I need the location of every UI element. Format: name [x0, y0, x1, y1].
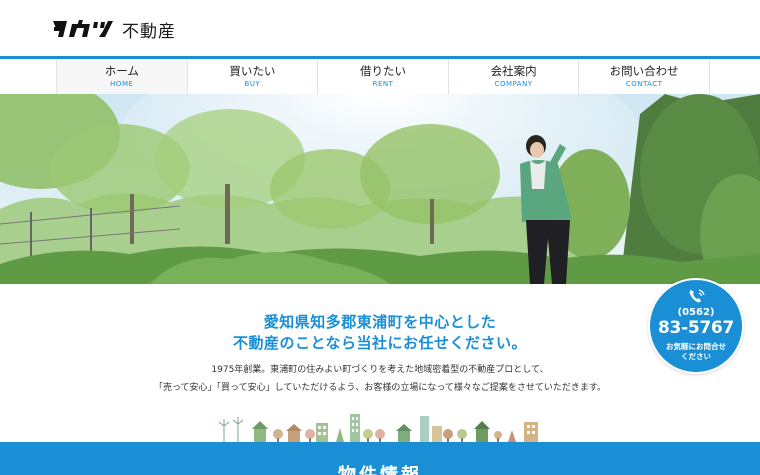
- intro-title-line: 不動産のことなら当社にお任せください。: [232, 334, 528, 352]
- nav-item-rent[interactable]: 借りたい RENT: [318, 59, 449, 94]
- nav-item-home[interactable]: ホーム HOME: [57, 59, 188, 94]
- nav-item-sublabel: COMPANY: [494, 80, 533, 88]
- intro-title: 愛知県知多郡東浦町を中心とした 不動産のことなら当社にお任せください。: [0, 312, 760, 354]
- phone-number: 83-5767: [658, 318, 734, 338]
- nav-item-label: お問い合わせ: [609, 64, 679, 78]
- hero-photo: [0, 94, 760, 284]
- nav-item-label: ホーム: [104, 64, 139, 78]
- intro-body-line: 「売って安心」「買って安心」していただけるよう、お客様の立場になって様々なご提案…: [154, 383, 606, 393]
- site-header: 不動産: [0, 0, 760, 56]
- nav-item-sublabel: CONTACT: [625, 80, 663, 88]
- nav-item-label: 借りたい: [359, 64, 406, 78]
- phone-note: お気軽にお問合せ ください: [650, 342, 742, 362]
- town-illustration: [218, 414, 538, 442]
- site-logo[interactable]: 不動産: [50, 16, 176, 42]
- nav-item-contact[interactable]: お問い合わせ CONTACT: [579, 59, 710, 94]
- phone-contact-badge[interactable]: (0562) 83-5767 お気軽にお問合せ ください: [648, 278, 744, 374]
- phone-icon: [689, 289, 705, 303]
- logo-mark-icon: [53, 20, 113, 37]
- section-title: 物件情報: [0, 461, 760, 475]
- phone-area-code: (0562): [677, 307, 715, 318]
- nav-item-buy[interactable]: 買いたい BUY: [188, 59, 319, 94]
- nav-item-sublabel: RENT: [372, 80, 394, 88]
- property-info-section: 物件情報: [0, 442, 760, 475]
- global-nav: ホーム HOME 買いたい BUY 借りたい RENT 会社案内 COMPANY…: [0, 56, 760, 94]
- phone-note-line: ください: [681, 352, 711, 361]
- intro-body-line: 1975年創業。東浦町の住みよい町づくりを考えた地域密着型の不動産プロとして、: [211, 365, 549, 375]
- nav-item-label: 会社案内: [490, 64, 537, 78]
- nav-item-sublabel: HOME: [110, 80, 134, 88]
- intro-body: 1975年創業。東浦町の住みよい町づくりを考えた地域密着型の不動産プロとして、 …: [0, 361, 760, 397]
- intro-title-line: 愛知県知多郡東浦町を中心とした: [263, 313, 497, 331]
- nav-item-company[interactable]: 会社案内 COMPANY: [449, 59, 580, 94]
- nav-item-label: 買いたい: [229, 64, 276, 78]
- logo-text: 不動産: [122, 21, 176, 42]
- hero-image: [0, 94, 760, 284]
- phone-note-line: お気軽にお問合せ: [666, 342, 726, 351]
- nav-item-sublabel: BUY: [244, 80, 261, 88]
